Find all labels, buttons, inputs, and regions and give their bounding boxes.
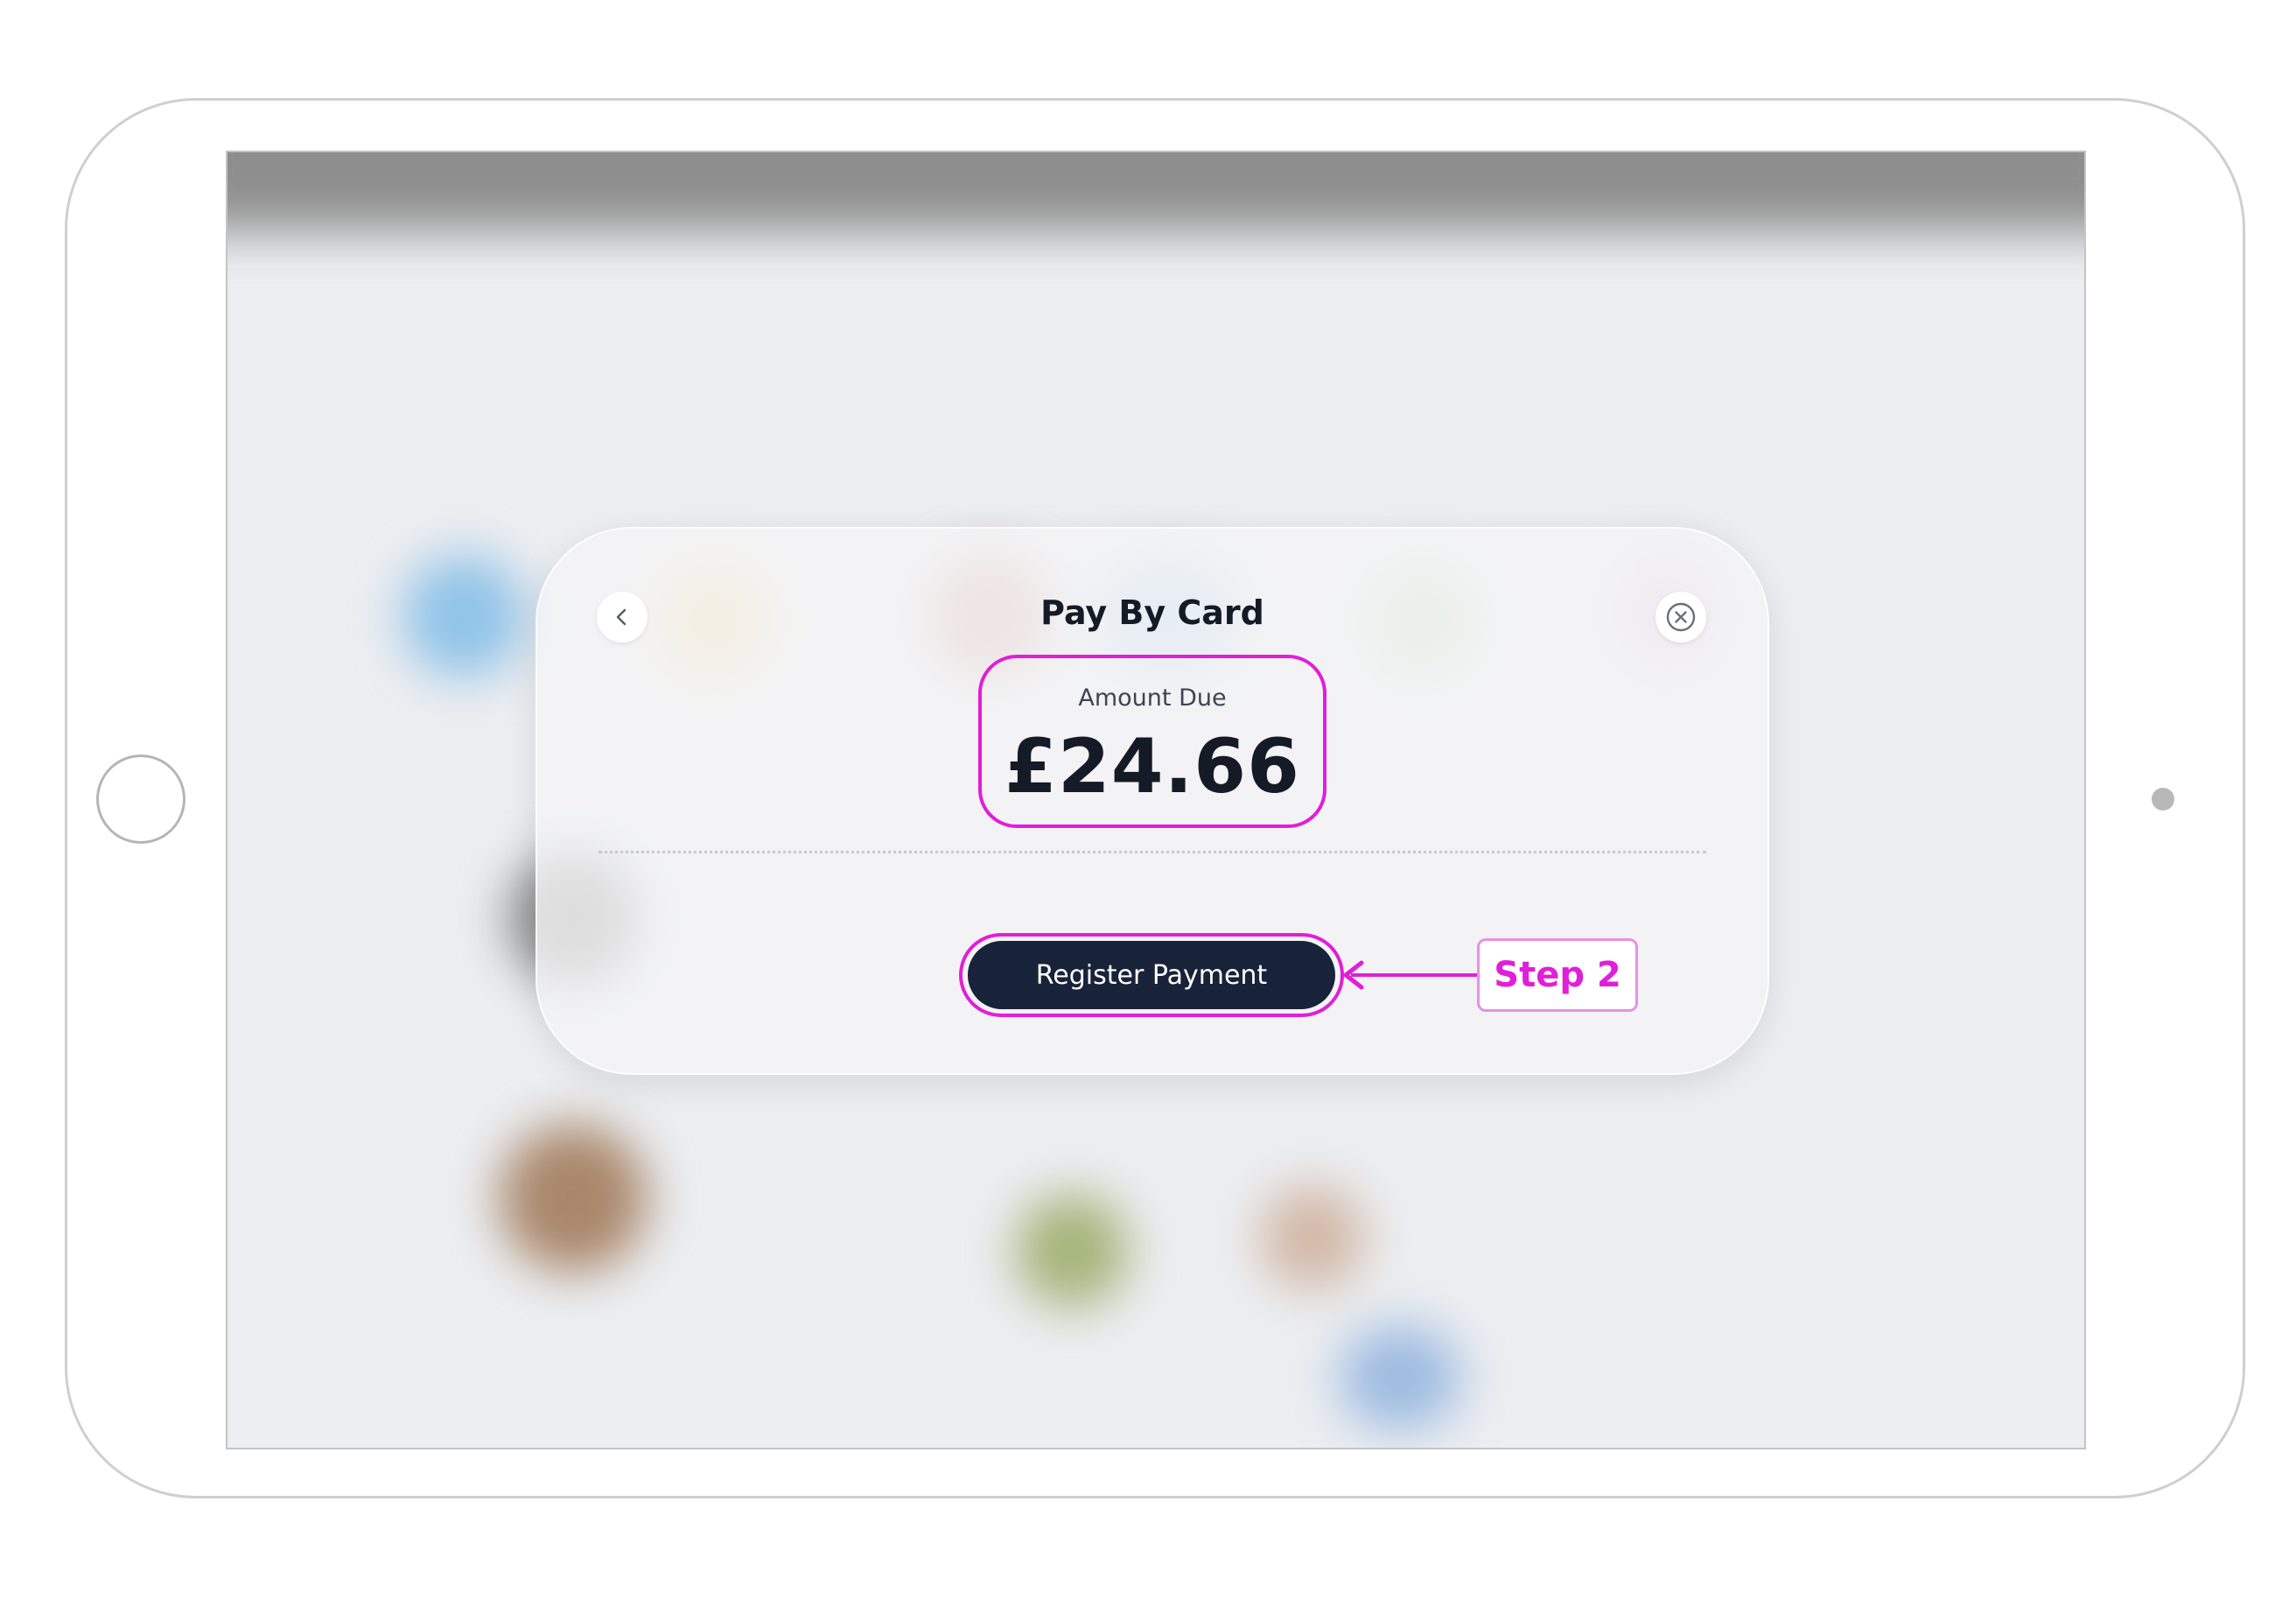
step-arrow-icon bbox=[1343, 960, 1479, 990]
blurred-top-bar bbox=[228, 152, 2084, 231]
blurred-product-image bbox=[1339, 1325, 1461, 1430]
home-button bbox=[96, 754, 186, 844]
amount-due-value: £24.66 bbox=[1004, 723, 1300, 811]
register-payment-button[interactable]: Register Payment bbox=[968, 941, 1335, 1009]
amount-due-label: Amount Due bbox=[1078, 684, 1227, 712]
close-circle-icon bbox=[1666, 602, 1696, 632]
dialog-title: Pay By Card bbox=[1040, 593, 1264, 632]
blurred-product-image bbox=[1015, 1194, 1129, 1308]
dotted-divider bbox=[598, 851, 1706, 853]
page: Pay By Card Amount Due £24.66 Register P… bbox=[0, 0, 2296, 1600]
step-annotation-badge: Step 2 bbox=[1477, 938, 1638, 1012]
camera-dot bbox=[2152, 788, 2174, 811]
blurred-product-image bbox=[499, 1124, 648, 1273]
blurred-product-image bbox=[1260, 1185, 1365, 1290]
close-button[interactable] bbox=[1656, 592, 1706, 642]
blurred-category-icon bbox=[402, 555, 525, 677]
amount-due-highlight: Amount Due £24.66 bbox=[978, 655, 1326, 828]
